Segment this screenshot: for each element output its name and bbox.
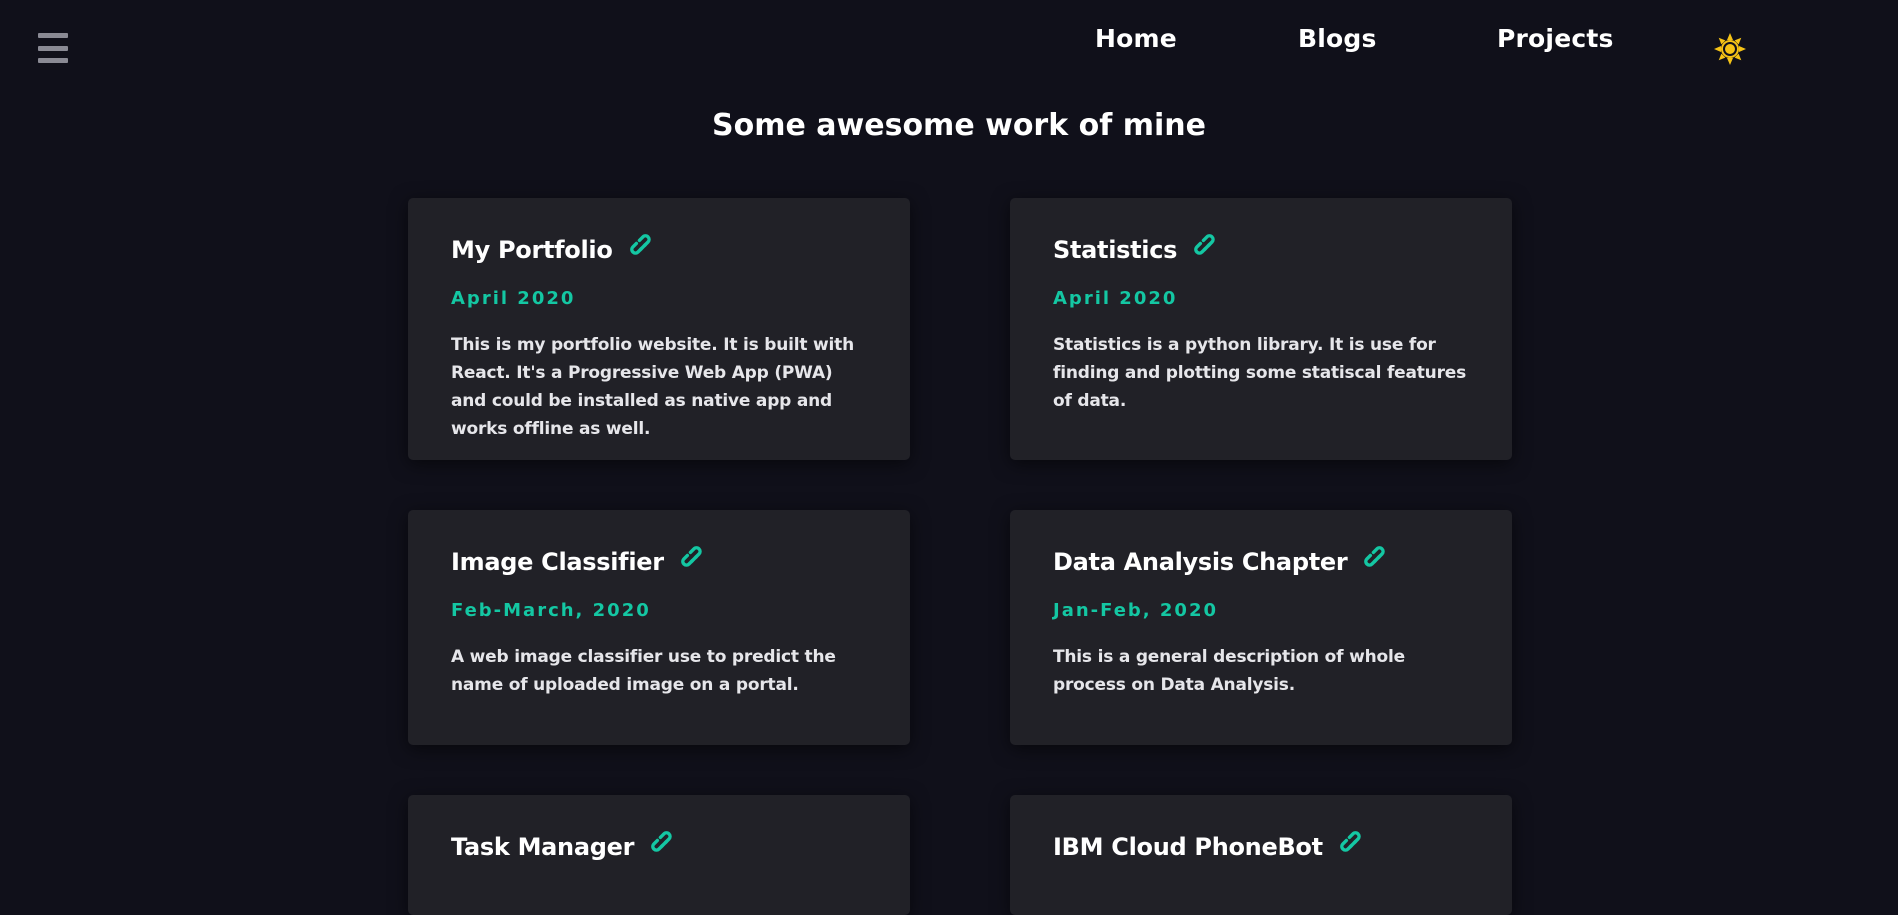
- hamburger-menu-icon[interactable]: [38, 33, 68, 63]
- project-card: Task Manager: [408, 795, 910, 915]
- card-header: Task Manager: [451, 829, 866, 865]
- project-description: A web image classifier use to predict th…: [451, 647, 836, 695]
- link-icon[interactable]: [650, 830, 678, 858]
- theme-toggle-button[interactable]: [1713, 32, 1747, 66]
- card-header: Data Analysis Chapter: [1053, 544, 1468, 580]
- project-description: Statistics is a python library. It is us…: [1053, 335, 1467, 411]
- project-date: April 2020: [1053, 288, 1178, 309]
- link-icon[interactable]: [1193, 233, 1221, 261]
- card-header: IBM Cloud PhoneBot: [1053, 829, 1468, 865]
- link-icon[interactable]: [629, 233, 657, 261]
- page-title: Some awesome work of mine: [712, 108, 1206, 143]
- sun-icon: [1714, 33, 1746, 65]
- menu-line: [38, 58, 68, 63]
- card-header: Image Classifier: [451, 544, 866, 580]
- project-card: Statistics April 2020 Statistics is a py…: [1010, 198, 1512, 460]
- project-title: My Portfolio: [451, 236, 613, 264]
- project-date: Feb-March, 2020: [451, 600, 651, 621]
- project-title: Data Analysis Chapter: [1053, 548, 1348, 576]
- project-description: This is my portfolio website. It is buil…: [451, 335, 854, 439]
- project-title: Task Manager: [451, 833, 635, 861]
- menu-line: [38, 45, 68, 51]
- link-icon[interactable]: [1363, 545, 1391, 573]
- project-card: IBM Cloud PhoneBot: [1010, 795, 1512, 915]
- link-icon[interactable]: [1339, 830, 1367, 858]
- project-date: Jan-Feb, 2020: [1053, 600, 1218, 621]
- project-description: This is a general description of whole p…: [1053, 647, 1405, 695]
- project-title: IBM Cloud PhoneBot: [1053, 833, 1323, 861]
- project-date: April 2020: [451, 288, 576, 309]
- nav-link-projects[interactable]: Projects: [1497, 24, 1614, 53]
- card-header: My Portfolio: [451, 232, 866, 268]
- project-card: Image Classifier Feb-March, 2020 A web i…: [408, 510, 910, 745]
- project-card: My Portfolio April 2020 This is my portf…: [408, 198, 910, 460]
- project-card: Data Analysis Chapter Jan-Feb, 2020 This…: [1010, 510, 1512, 745]
- project-title: Image Classifier: [451, 548, 664, 576]
- menu-line: [38, 33, 68, 38]
- link-icon[interactable]: [680, 545, 708, 573]
- nav-link-home[interactable]: Home: [1095, 24, 1177, 53]
- project-title: Statistics: [1053, 236, 1178, 264]
- card-header: Statistics: [1053, 232, 1468, 268]
- top-navigation-bar: Home Blogs Projects: [0, 0, 1898, 90]
- nav-link-blogs[interactable]: Blogs: [1298, 24, 1377, 53]
